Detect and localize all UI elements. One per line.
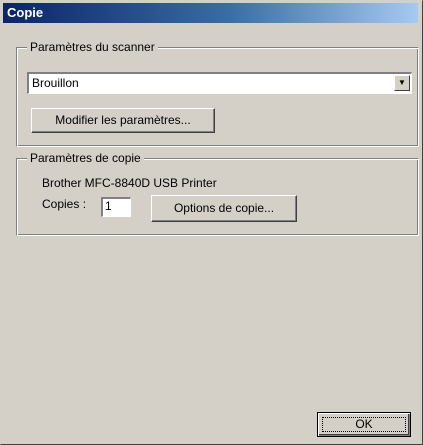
- copies-label: Copies :: [42, 197, 87, 211]
- ok-button[interactable]: OK: [317, 412, 411, 437]
- chevron-down-icon[interactable]: ▼: [394, 75, 410, 91]
- scan-quality-select[interactable]: Brouillon ▼: [27, 72, 412, 94]
- copy-options-button[interactable]: Options de copie...: [151, 195, 297, 222]
- title-bar[interactable]: Copie: [3, 3, 418, 23]
- modify-settings-button[interactable]: Modifier les paramètres...: [31, 108, 215, 133]
- printer-name: Brother MFC-8840D USB Printer: [42, 176, 217, 190]
- modify-settings-label: Modifier les paramètres...: [55, 113, 191, 127]
- copies-value: 1: [105, 199, 112, 213]
- copy-settings-legend: Paramètres de copie: [27, 151, 144, 165]
- copy-dialog: Copie Paramètres du scanner Brouillon ▼ …: [0, 0, 423, 445]
- scanner-settings-legend: Paramètres du scanner: [27, 40, 158, 54]
- copy-settings-group: Paramètres de copie Brother MFC-8840D US…: [16, 151, 419, 236]
- copies-input[interactable]: 1: [101, 197, 131, 217]
- scanner-settings-group: Paramètres du scanner Brouillon ▼ Modifi…: [16, 40, 419, 147]
- window-title: Copie: [7, 5, 44, 20]
- copy-options-label: Options de copie...: [173, 201, 275, 215]
- scan-quality-value: Brouillon: [32, 76, 79, 90]
- focus-rect: [322, 417, 406, 432]
